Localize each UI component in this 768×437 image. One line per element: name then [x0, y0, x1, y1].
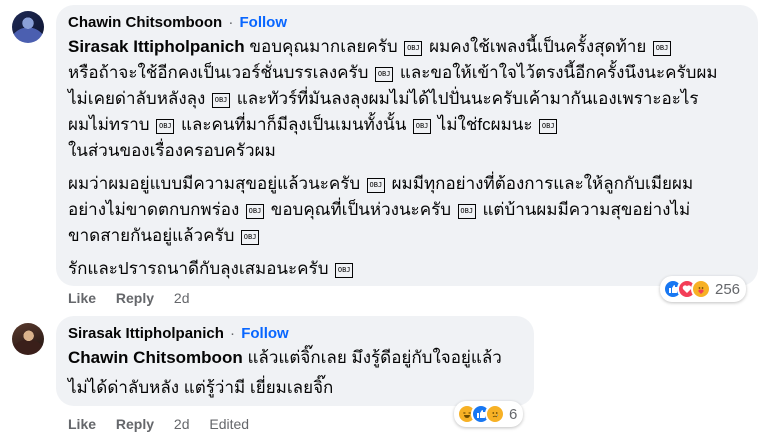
comment-text-segment: ไม่เคยด่าลับหลังลุง — [68, 89, 211, 108]
separator-dot: · — [228, 14, 234, 31]
mention-link[interactable]: Chawin Chitsomboon — [68, 348, 243, 367]
like-button[interactable]: Like — [68, 416, 96, 432]
comment-text-segment: ขอบคุณที่เป็นห่วงนะครับ — [265, 200, 456, 219]
reaction-summary[interactable]: 6 — [454, 401, 524, 427]
comment-header: Chawin Chitsomboon · Follow — [68, 14, 287, 31]
care-icon — [691, 279, 711, 299]
comment-line: ขาดสายกันอยู่แล้วครับ OBJ — [68, 225, 261, 247]
comment-text-segment: ไม่ได้ด่าลับหลัง แต่รู้ว่ามี เยี่ยมเลยจิ… — [68, 378, 334, 397]
reaction-count: 256 — [715, 280, 741, 298]
reaction-summary[interactable]: 256 — [660, 276, 747, 302]
comment-line: ผมว่าผมอยู่แบบมีความสุขอยู่แล้วนะครับ OB… — [68, 173, 693, 195]
comment-line: รักและปรารถนาดีกับลุงเสมอนะครับ OBJ — [68, 258, 355, 280]
timestamp[interactable]: 2d — [174, 290, 190, 306]
comment-text-segment: แล้วแต่จิ๊กเลย มึงรู้ดีอยู่กับใจอยู่แล้ว — [242, 348, 502, 367]
edited-label[interactable]: Edited — [209, 416, 249, 432]
comment-actions: Like Reply 2d — [68, 290, 206, 306]
comment-text-segment: รักและปรารถนาดีกับลุงเสมอนะครับ — [68, 259, 334, 278]
object-placeholder-icon: OBJ — [457, 204, 476, 219]
comment-text-segment: ผมไม่ทราบ — [68, 115, 155, 134]
object-placeholder-icon: OBJ — [404, 41, 423, 56]
timestamp[interactable]: 2d — [174, 416, 190, 432]
comment-text-segment: ในส่วนของเรื่องครอบครัวผม — [68, 141, 276, 160]
comment-text-segment: และทัวร์ที่มันลงลุงผมไม่ได้ไปปั่นนะครับเ… — [232, 89, 699, 108]
mention-link[interactable]: Sirasak Ittipholpanich — [68, 37, 245, 56]
comment-actions: Like Reply 2d Edited — [68, 416, 265, 432]
follow-button[interactable]: Follow — [241, 325, 289, 342]
comment-line: หรือถ้าจะใช้อีกคงเป็นเวอร์ชั่นบรรเลงครับ… — [68, 62, 718, 84]
comment-line: ในส่วนของเรื่องครอบครัวผม — [68, 140, 276, 162]
comment-line: ไม่ได้ด่าลับหลัง แต่รู้ว่ามี เยี่ยมเลยจิ… — [68, 377, 333, 399]
comment-line: Chawin Chitsomboon แล้วแต่จิ๊กเลย มึงรู้… — [68, 347, 502, 369]
reaction-count: 6 — [509, 405, 518, 423]
object-placeholder-icon: OBJ — [653, 41, 672, 56]
object-placeholder-icon: OBJ — [539, 119, 558, 134]
separator-dot: · — [230, 325, 236, 342]
object-placeholder-icon: OBJ — [156, 119, 175, 134]
comment-line: อย่างไม่ขาดตกบกพร่อง OBJ ขอบคุณที่เป็นห่… — [68, 199, 690, 221]
object-placeholder-icon: OBJ — [413, 119, 432, 134]
comment-text-segment: ผมคงใช้เพลงนี้เป็นครั้งสุดท้าย — [424, 37, 652, 56]
object-placeholder-icon: OBJ — [212, 93, 231, 108]
reply-button[interactable]: Reply — [116, 416, 154, 432]
comment-text-segment: ขาดสายกันอยู่แล้วครับ — [68, 226, 240, 245]
object-placeholder-icon: OBJ — [375, 67, 394, 82]
comment-text-segment: ไม่ใช่fcผมนะ — [433, 115, 538, 134]
comment-header: Sirasak Ittipholpanich · Follow — [68, 325, 289, 342]
sad-icon — [485, 404, 505, 424]
comment-text-segment: ขอบคุณมากเลยครับ — [244, 37, 403, 56]
object-placeholder-icon: OBJ — [241, 230, 260, 245]
object-placeholder-icon: OBJ — [366, 178, 385, 193]
reply-button[interactable]: Reply — [116, 290, 154, 306]
comment-text-segment: และขอให้เข้าใจไว้ตรงนี้อีกครั้งนึงนะครับ… — [395, 63, 718, 82]
follow-button[interactable]: Follow — [240, 14, 288, 31]
object-placeholder-icon: OBJ — [335, 263, 354, 278]
avatar[interactable] — [12, 323, 44, 355]
comment-text-segment: ผมว่าผมอยู่แบบมีความสุขอยู่แล้วนะครับ — [68, 174, 365, 193]
comment-text-segment: อย่างไม่ขาดตกบกพร่อง — [68, 200, 244, 219]
comment-text-segment: แต่บ้านผมมีความสุขอย่างไม่ — [477, 200, 691, 219]
comment-text-segment: ผมมีทุกอย่างที่ต้องการและให้ลูกกับเมียผม — [386, 174, 694, 193]
like-button[interactable]: Like — [68, 290, 96, 306]
comment-line: ไม่เคยด่าลับหลังลุง OBJ และทัวร์ที่มันลง… — [68, 88, 699, 110]
object-placeholder-icon: OBJ — [245, 204, 264, 219]
comment-text-segment: หรือถ้าจะใช้อีกคงเป็นเวอร์ชั่นบรรเลงครับ — [68, 63, 374, 82]
comment-line: ผมไม่ทราบ OBJ และคนที่มาก็มีลุงเป็นเมนทั… — [68, 114, 559, 136]
author-name[interactable]: Sirasak Ittipholpanich — [68, 325, 224, 342]
comment-text-segment: และคนที่มาก็มีลุงเป็นเมนทั้งนั้น — [176, 115, 412, 134]
avatar[interactable] — [12, 11, 44, 43]
comment-line: Sirasak Ittipholpanich ขอบคุณมากเลยครับ … — [68, 36, 673, 58]
author-name[interactable]: Chawin Chitsomboon — [68, 14, 222, 31]
